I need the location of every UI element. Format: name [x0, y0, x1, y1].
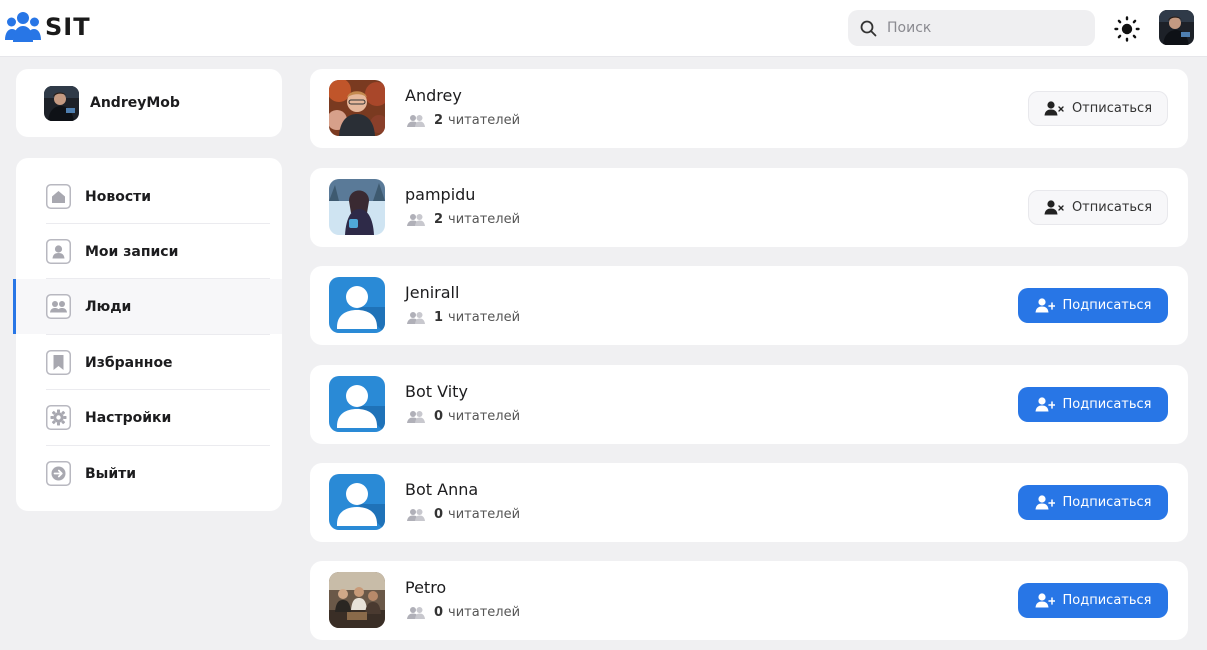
user-name[interactable]: Petro: [405, 578, 446, 597]
logout-icon: [46, 461, 71, 486]
user-add-icon: [1035, 593, 1055, 608]
followers-label: читателей: [448, 605, 521, 620]
followers-number: 1: [434, 310, 444, 325]
followers-number: 2: [434, 113, 444, 128]
subscribe-button[interactable]: Подписаться: [1018, 288, 1168, 323]
followers-label: читателей: [448, 409, 521, 424]
app-logo[interactable]: SIT: [5, 10, 91, 44]
people-icon: [407, 114, 425, 127]
followers-number: 0: [434, 409, 444, 424]
followers-number: 0: [434, 507, 444, 522]
followers-count: 0 читателей: [406, 605, 520, 620]
sidebar-menu: Новости Мои записи Люди Избранное Настро…: [13, 158, 282, 511]
people-icon: [407, 410, 425, 423]
user-avatar[interactable]: [329, 376, 385, 432]
user-card: Bot Anna 0 читателей Подписаться: [310, 463, 1188, 542]
subscribe-button[interactable]: Подписаться: [1018, 387, 1168, 422]
user-name[interactable]: Bot Anna: [405, 480, 478, 499]
profile-avatar: [44, 85, 79, 121]
logo-text: SIT: [45, 13, 91, 41]
followers-label: читателей: [448, 310, 521, 325]
top-header: SIT: [0, 0, 1207, 57]
default-avatar-icon: [329, 277, 385, 333]
followers-number: 0: [434, 605, 444, 620]
unsubscribe-button[interactable]: Отписаться: [1028, 91, 1168, 126]
followers-count: 0 читателей: [406, 409, 520, 424]
users-logo-icon: [5, 12, 41, 42]
user-name[interactable]: Jenirall: [405, 283, 459, 302]
sidebar-item-settings[interactable]: Настройки: [16, 390, 282, 445]
sidebar-item-people[interactable]: Люди: [13, 279, 282, 334]
user-card: pampidu 2 читателей Отписаться: [310, 168, 1188, 247]
user-name[interactable]: Andrey: [405, 86, 462, 105]
profile-card[interactable]: AndreyMob: [16, 69, 282, 137]
sidebar-item-label: Избранное: [85, 354, 173, 371]
sidebar-item-label: Люди: [85, 298, 132, 315]
user-avatar[interactable]: [329, 179, 385, 235]
button-label: Отписаться: [1071, 200, 1153, 215]
bookmark-icon: [46, 350, 71, 375]
search-icon: [860, 20, 877, 36]
user-card: Andrey 2 читателей Отписаться: [310, 69, 1188, 148]
button-label: Подписаться: [1062, 495, 1152, 510]
followers-number: 2: [434, 212, 444, 227]
user-name[interactable]: pampidu: [405, 185, 475, 204]
header-avatar[interactable]: [1159, 10, 1194, 45]
user-photo-avatar: [329, 179, 385, 235]
people-icon: [407, 311, 425, 324]
button-label: Подписаться: [1062, 593, 1152, 608]
button-label: Подписаться: [1062, 298, 1152, 313]
user-add-icon: [1035, 397, 1055, 412]
user-add-icon: [1035, 495, 1055, 510]
button-label: Отписаться: [1071, 101, 1153, 116]
home-icon: [46, 184, 71, 209]
gear-icon: [46, 405, 71, 430]
people-icon: [407, 508, 425, 521]
people-icon: [46, 294, 71, 319]
default-avatar-icon: [329, 474, 385, 530]
user-remove-icon: [1044, 200, 1064, 215]
followers-label: читателей: [448, 507, 521, 522]
sidebar-item-label: Новости: [85, 188, 152, 205]
people-icon: [407, 606, 425, 619]
followers-count: 2 читателей: [406, 113, 520, 128]
user-remove-icon: [1044, 101, 1064, 116]
user-photo-avatar: [1159, 10, 1194, 45]
default-avatar-icon: [329, 376, 385, 432]
unsubscribe-button[interactable]: Отписаться: [1028, 190, 1168, 225]
button-label: Подписаться: [1062, 397, 1152, 412]
user-photo-avatar: [329, 572, 385, 628]
followers-label: читателей: [448, 212, 521, 227]
profile-username: AndreyMob: [90, 95, 180, 111]
user-avatar[interactable]: [329, 474, 385, 530]
user-avatar[interactable]: [329, 80, 385, 136]
user-photo-avatar: [329, 80, 385, 136]
user-avatar[interactable]: [329, 277, 385, 333]
sidebar-item-news[interactable]: Новости: [16, 169, 282, 224]
people-icon: [407, 213, 425, 226]
user-icon: [46, 239, 71, 264]
user-card: Bot Vity 0 читателей Подписаться: [310, 365, 1188, 444]
user-photo-avatar: [44, 85, 79, 121]
sidebar-item-logout[interactable]: Выйти: [16, 446, 282, 501]
subscribe-button[interactable]: Подписаться: [1018, 485, 1168, 520]
sidebar-item-label: Настройки: [85, 409, 172, 426]
search-bar[interactable]: [848, 10, 1095, 46]
sidebar-item-label: Мои записи: [85, 243, 179, 260]
subscribe-button[interactable]: Подписаться: [1018, 583, 1168, 618]
search-input[interactable]: [887, 20, 1077, 36]
user-card: Petro 0 читателей Подписаться: [310, 561, 1188, 640]
user-name[interactable]: Bot Vity: [405, 382, 468, 401]
followers-label: читателей: [448, 113, 521, 128]
followers-count: 2 читателей: [406, 212, 520, 227]
user-card: Jenirall 1 читателей Подписаться: [310, 266, 1188, 345]
user-add-icon: [1035, 298, 1055, 313]
sidebar-item-my-posts[interactable]: Мои записи: [16, 224, 282, 279]
user-avatar[interactable]: [329, 572, 385, 628]
sun-icon[interactable]: [1114, 16, 1140, 42]
followers-count: 0 читателей: [406, 507, 520, 522]
sidebar-item-label: Выйти: [85, 465, 137, 482]
followers-count: 1 читателей: [406, 310, 520, 325]
sidebar-item-favorites[interactable]: Избранное: [16, 335, 282, 390]
